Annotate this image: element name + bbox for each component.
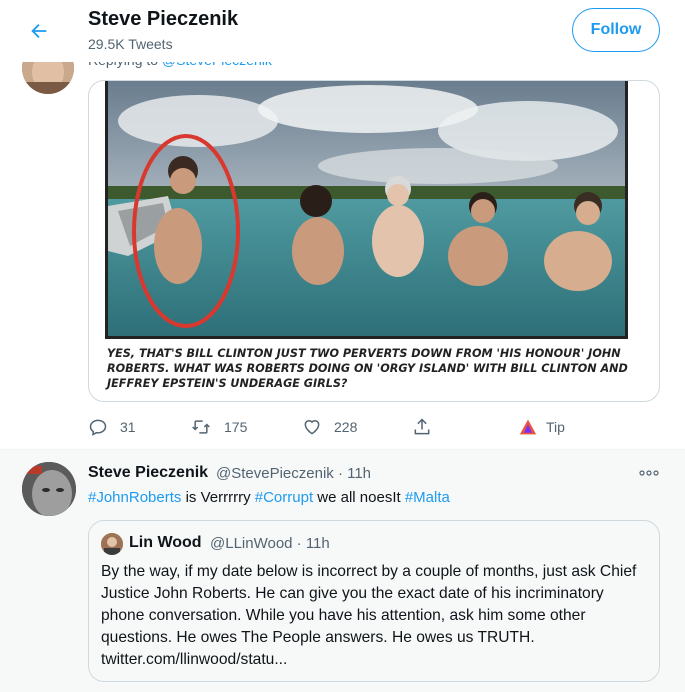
tip-button[interactable]: Tip — [518, 416, 565, 438]
quoted-tweet[interactable]: Lin Wood @LLinWood · 11h By the way, if … — [88, 520, 660, 682]
tweet-actions: 31 175 228 Tip — [88, 416, 660, 438]
tweet-text-part: we all noesIt — [313, 489, 405, 506]
tweet-text: #JohnRoberts is Verrrrry #Corrupt we all… — [88, 489, 450, 506]
heart-icon — [304, 420, 320, 435]
more-options-button[interactable] — [638, 466, 660, 480]
more-dots-icon — [639, 470, 659, 476]
share-button[interactable] — [412, 416, 432, 438]
media-card[interactable]: YES, THAT'S BILL CLINTON JUST TWO PERVER… — [88, 80, 660, 402]
header-tweet-count: 29.5K Tweets — [88, 36, 173, 52]
reply-icon — [89, 419, 107, 436]
tip-label: Tip — [546, 419, 565, 435]
quoted-author-meta: @LLinWood · 11h — [210, 535, 330, 552]
tweet-image-post[interactable]: Replying to @StevePieczenik — [0, 42, 685, 450]
reply-button[interactable]: 31 — [88, 416, 136, 438]
like-button[interactable]: 228 — [302, 416, 357, 438]
author-name[interactable]: Steve Pieczenik — [88, 464, 208, 482]
quoted-author-name: Lin Wood — [129, 534, 202, 551]
retweet-count: 175 — [224, 419, 248, 435]
hashtag-link[interactable]: #Malta — [405, 489, 450, 506]
quoted-tweet-text: By the way, if my date below is incorrec… — [101, 563, 637, 668]
avatar[interactable] — [22, 462, 76, 516]
reply-count: 31 — [120, 419, 136, 435]
retweet-icon — [192, 420, 210, 434]
profile-header: Steve Pieczenik 29.5K Tweets Follow — [0, 0, 685, 62]
share-icon — [414, 418, 430, 435]
tweet-text-part: is Verrrrry — [181, 489, 255, 506]
author-meta: @StevePieczenik · 11h — [216, 465, 372, 482]
back-button[interactable] — [22, 14, 56, 48]
beach-photo[interactable] — [105, 81, 628, 339]
hashtag-link[interactable]: #JohnRoberts — [88, 489, 181, 506]
follow-button[interactable]: Follow — [572, 8, 660, 52]
tip-triangle-icon — [519, 419, 537, 435]
avatar[interactable] — [101, 533, 123, 555]
like-count: 228 — [334, 419, 358, 435]
arrow-left-icon — [31, 23, 47, 39]
retweet-button[interactable]: 175 — [190, 416, 247, 438]
header-display-name: Steve Pieczenik — [88, 8, 239, 30]
image-caption: YES, THAT'S BILL CLINTON JUST TWO PERVER… — [107, 347, 628, 390]
hashtag-link[interactable]: #Corrupt — [255, 489, 313, 506]
tweet-quote-post[interactable]: Steve Pieczenik @StevePieczenik · 11h #J… — [0, 450, 685, 692]
